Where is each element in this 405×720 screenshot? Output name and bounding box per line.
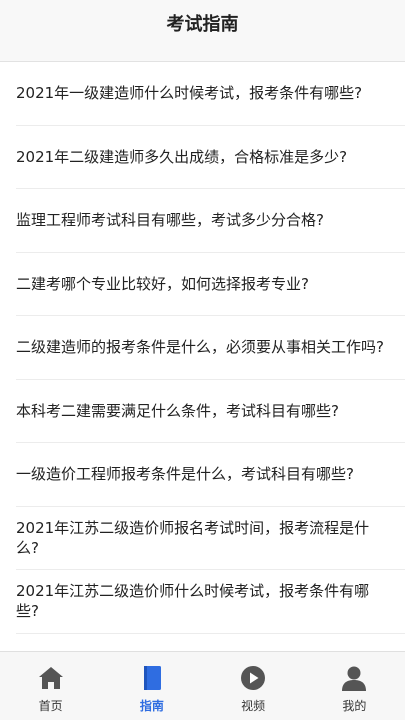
tab-video-label: 视频	[241, 699, 266, 713]
tab-video[interactable]: 视频	[203, 652, 304, 720]
tab-guide[interactable]: 指南	[101, 652, 202, 720]
user-icon	[342, 666, 367, 691]
list-item[interactable]: 监理工程师考试科目有哪些，考试多少分合格?	[16, 189, 405, 253]
article-title: 2021年江苏二级造价师报名考试时间，报考流程是什么?	[16, 518, 370, 557]
article-title: 二级建造师的报考条件是什么，必须要从事相关工作吗?	[16, 338, 384, 357]
list-item[interactable]: 本科考二建需要满足什么条件，考试科目有哪些?	[16, 380, 405, 443]
bottom-tab-bar: 首页 指南 视频 我的	[0, 651, 405, 720]
list-item[interactable]: 二建考哪个专业比较好，如何选择报考专业?	[16, 253, 405, 316]
article-list[interactable]: 2021年一级建造师什么时候考试，报考条件有哪些? 2021年二级建造师多久出成…	[0, 62, 405, 651]
list-item[interactable]: 2021年江苏二级造价师什么时候考试，报考条件有哪些?	[16, 570, 405, 634]
list-item[interactable]: 2021年一级建造师什么时候考试，报考条件有哪些?	[16, 62, 405, 126]
home-icon	[38, 667, 63, 689]
play-circle-icon	[241, 666, 266, 690]
list-item[interactable]: 一级造价工程师报考条件是什么，考试科目有哪些?	[16, 443, 405, 507]
list-item[interactable]: 二级建造师的报考条件是什么，必须要从事相关工作吗?	[16, 316, 405, 380]
article-title: 一级造价工程师报考条件是什么，考试科目有哪些?	[16, 465, 354, 484]
tab-home[interactable]: 首页	[0, 652, 101, 720]
tab-profile[interactable]: 我的	[304, 652, 405, 720]
article-title: 2021年一级建造师什么时候考试，报考条件有哪些?	[16, 84, 363, 103]
tab-profile-label: 我的	[342, 699, 367, 713]
list-item[interactable]: 2021年江苏二级造价师报名考试时间，报考流程是什么?	[16, 507, 405, 570]
book-icon	[143, 666, 161, 690]
article-title: 2021年江苏二级造价师什么时候考试，报考条件有哪些?	[16, 582, 370, 621]
tab-home-label: 首页	[38, 699, 63, 713]
article-title: 本科考二建需要满足什么条件，考试科目有哪些?	[16, 401, 339, 420]
article-title: 监理工程师考试科目有哪些，考试多少分合格?	[16, 211, 324, 230]
tab-guide-label: 指南	[139, 699, 164, 713]
list-item[interactable]: 2021年二级建造师多久出成绩，合格标准是多少?	[16, 126, 405, 189]
header-bar: 考试指南	[0, 0, 405, 62]
article-title: 二建考哪个专业比较好，如何选择报考专业?	[16, 274, 309, 293]
app-root: 考试指南 2021年一级建造师什么时候考试，报考条件有哪些? 2021年二级建造…	[0, 0, 405, 720]
page-title: 考试指南	[166, 13, 239, 35]
article-title: 2021年二级建造师多久出成绩，合格标准是多少?	[16, 147, 348, 166]
